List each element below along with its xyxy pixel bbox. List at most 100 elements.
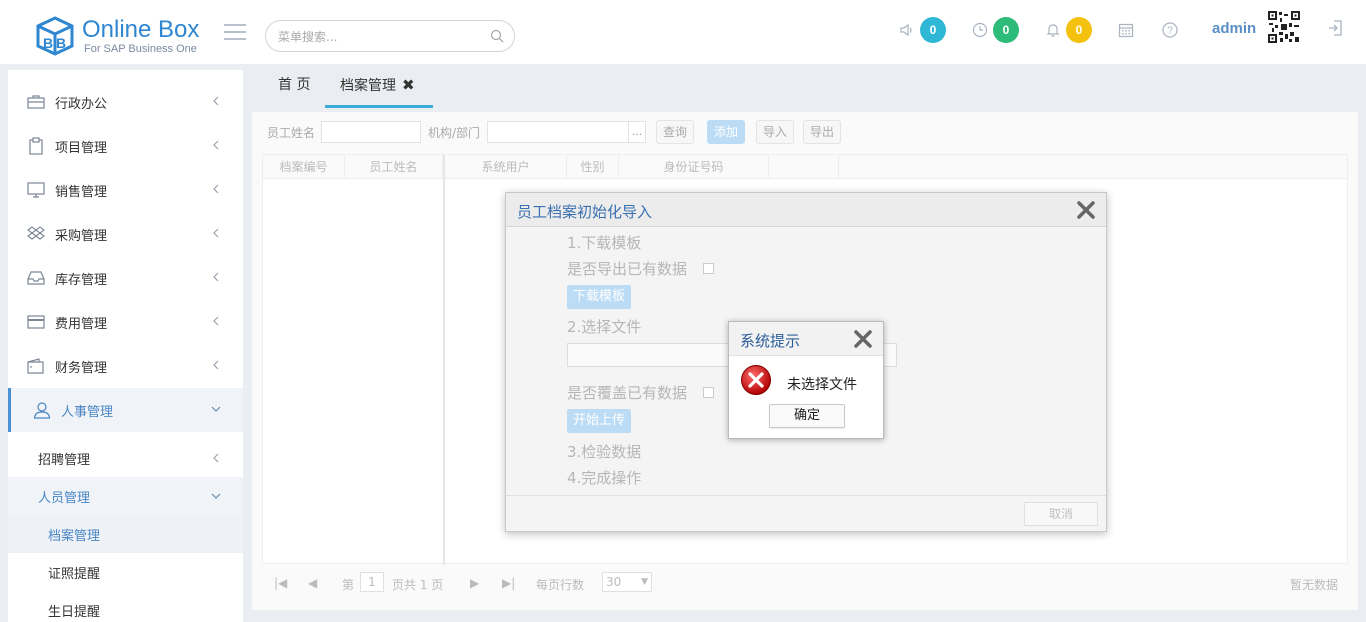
grid-frozen-divider[interactable] (443, 155, 445, 565)
credit-card-icon (26, 312, 46, 332)
sidebar-item-sales[interactable]: 销售管理 (8, 168, 243, 212)
menu-search-input[interactable] (278, 27, 478, 47)
column-header[interactable]: 性别 (567, 155, 619, 179)
sidebar-item-projects[interactable]: 项目管理 (8, 124, 243, 168)
logo[interactable]: B B Online Box For SAP Business One (34, 14, 214, 58)
dept-picker-button[interactable]: ... (628, 121, 646, 143)
download-template-button[interactable]: 下载模板 (567, 285, 632, 309)
sidebar-subitem-recruitment[interactable]: 招聘管理 (8, 439, 243, 477)
search-icon[interactable] (490, 29, 504, 43)
prev-page-icon[interactable]: ◀ (308, 576, 317, 590)
sidebar-leaf-birthday-reminder[interactable]: 生日提醒 (8, 591, 243, 622)
logo-subtitle: For SAP Business One (84, 43, 197, 55)
sidebar-subitem-label: 人员管理 (38, 490, 91, 506)
logout-icon[interactable] (1326, 18, 1346, 38)
notifications-speaker[interactable]: 0 (898, 16, 946, 44)
bell-badge: 0 (1066, 17, 1092, 43)
tab-home[interactable]: 首 页 (278, 66, 310, 108)
query-button[interactable]: 查询 (656, 120, 695, 144)
column-header (769, 155, 839, 179)
page-prefix: 第 (342, 578, 355, 592)
sidebar-item-label: 库存管理 (55, 272, 108, 288)
rows-per-page-select[interactable]: 30 ▼ (602, 572, 652, 592)
menu-search (265, 20, 515, 52)
logo-name: Online Box (82, 16, 200, 43)
page-number-input[interactable]: 1 (360, 572, 384, 592)
chevron-left-icon (213, 140, 219, 150)
clock-icon (972, 22, 988, 38)
sidebar-subitem-personnel[interactable]: 人员管理 (8, 477, 243, 515)
pagination: |◀ ◀ 第 1 页共 1 页 ▶ ▶| 每页行数 30 ▼ 暂无数据 (262, 570, 1348, 600)
import-dialog-footer: 取消 (506, 495, 1106, 531)
alert-title: 系统提示 (740, 332, 801, 350)
chevron-left-icon (213, 360, 219, 370)
first-page-icon[interactable]: |◀ (274, 576, 287, 590)
step-complete: 4.完成操作 (567, 469, 642, 487)
add-button[interactable]: 添加 (707, 120, 746, 144)
last-page-icon[interactable]: ▶| (502, 576, 515, 590)
next-page-icon[interactable]: ▶ (470, 576, 479, 590)
briefcase-icon (26, 92, 46, 112)
column-header[interactable]: 档案编号 (263, 155, 345, 179)
chevron-down-icon (211, 493, 221, 499)
close-icon[interactable] (853, 329, 873, 349)
logo-cube-icon: B B (36, 16, 74, 56)
column-header[interactable]: 员工姓名 (345, 155, 443, 179)
sidebar-item-label: 销售管理 (55, 184, 108, 200)
tab-archives[interactable]: 档案管理 ✖ (325, 66, 433, 108)
sidebar-item-hr[interactable]: 人事管理 (8, 388, 243, 432)
import-dialog-header: 员工档案初始化导入 (506, 193, 1106, 227)
sidebar-item-finance[interactable]: 财务管理 (8, 344, 243, 388)
wallet-icon (26, 356, 46, 376)
chevron-left-icon (213, 228, 219, 238)
chevron-left-icon (213, 184, 219, 194)
sidebar-item-label: 财务管理 (55, 360, 108, 376)
sidebar-item-inventory[interactable]: 库存管理 (8, 256, 243, 300)
sidebar-subitem-label: 招聘管理 (38, 452, 91, 468)
cancel-button[interactable]: 取消 (1024, 502, 1098, 526)
close-tab-icon[interactable]: ✖ (402, 76, 415, 94)
employee-name-input[interactable] (321, 121, 421, 143)
alert-header: 系统提示 (729, 322, 883, 356)
sidebar-item-label: 采购管理 (55, 228, 108, 244)
notifications-bell[interactable]: 0 (1044, 16, 1092, 44)
sidebar-item-purchasing[interactable]: 采购管理 (8, 212, 243, 256)
start-upload-button[interactable]: 开始上传 (567, 409, 632, 433)
speaker-icon (900, 23, 912, 37)
import-button[interactable]: 导入 (756, 120, 795, 144)
export-button[interactable]: 导出 (803, 120, 842, 144)
top-header: B B Online Box For SAP Business One 0 0 … (0, 0, 1366, 64)
calendar-button[interactable] (1117, 16, 1135, 44)
chevron-left-icon (213, 96, 219, 106)
user-name[interactable]: admin (1212, 20, 1256, 37)
export-existing-label: 是否导出已有数据 (567, 260, 688, 278)
qr-code-icon[interactable] (1267, 10, 1301, 44)
step-select-file: 2.选择文件 (567, 318, 642, 336)
close-icon[interactable] (1076, 200, 1096, 220)
column-header[interactable]: 身份证号码 (619, 155, 769, 179)
rows-per-page-label: 每页行数 (536, 578, 585, 592)
chevron-down-icon (211, 406, 221, 412)
sidebar-item-label: 项目管理 (55, 140, 108, 156)
overwrite-existing-checkbox[interactable] (703, 387, 714, 398)
notifications-clock[interactable]: 0 (971, 16, 1019, 44)
empty-data-text: 暂无数据 (1289, 578, 1338, 592)
sidebar-item-admin-office[interactable]: 行政办公 (8, 80, 243, 124)
sidebar-item-expenses[interactable]: 费用管理 (8, 300, 243, 344)
import-dialog-title: 员工档案初始化导入 (517, 203, 653, 221)
column-header[interactable]: 系统用户 (445, 155, 567, 179)
sidebar-leaf-archives[interactable]: 档案管理 (8, 515, 243, 553)
grid-header: 档案编号 员工姓名 系统用户 性别 身份证号码 (263, 155, 1347, 179)
help-button[interactable]: ? (1161, 16, 1179, 44)
system-alert-dialog: 系统提示 未选择文件 确定 (728, 321, 884, 439)
sidebar-leaf-license-reminder[interactable]: 证照提醒 (8, 553, 243, 591)
calendar-icon (1118, 23, 1134, 38)
overwrite-existing-label: 是否覆盖已有数据 (567, 384, 688, 402)
error-icon (741, 365, 771, 395)
ok-button[interactable]: 确定 (769, 404, 845, 428)
export-existing-checkbox[interactable] (703, 263, 714, 274)
menu-toggle-icon[interactable] (224, 24, 246, 40)
sidebar-item-label: 人事管理 (61, 404, 114, 420)
dept-input[interactable] (487, 121, 629, 143)
sidebar-item-label: 行政办公 (55, 96, 108, 112)
